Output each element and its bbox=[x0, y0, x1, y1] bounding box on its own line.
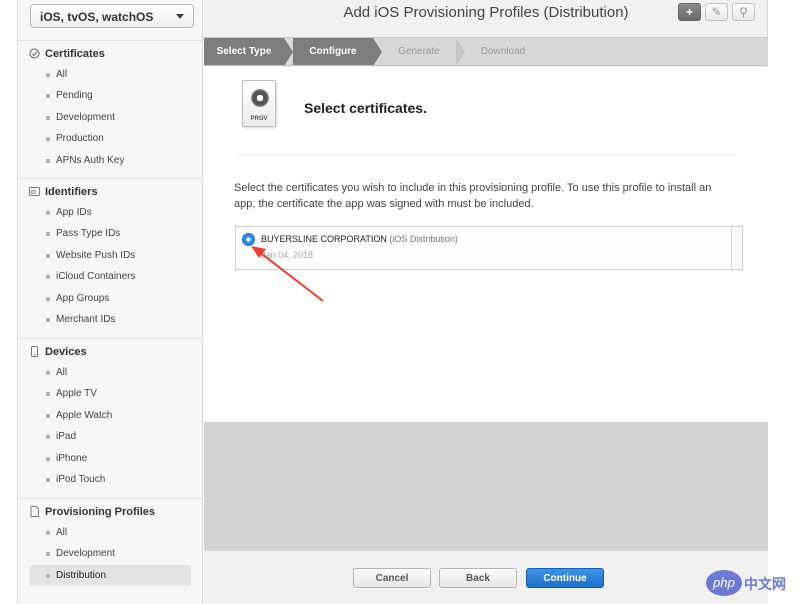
sidebar-item-app-groups[interactable]: App Groups bbox=[18, 288, 203, 309]
provisioning-profile-icon: PROV bbox=[242, 80, 276, 127]
edit-button[interactable]: ✎ bbox=[705, 3, 728, 21]
certificate-radio[interactable] bbox=[242, 233, 255, 246]
section-provisioning-profiles: Provisioning Profiles All Development Di… bbox=[18, 498, 203, 587]
step-separator bbox=[373, 38, 382, 66]
add-button[interactable]: + bbox=[678, 3, 701, 21]
content-area: PROV Select certificates. Select the cer… bbox=[204, 67, 768, 422]
chevron-down-icon bbox=[176, 14, 184, 19]
certificate-name: BUYERSLINE CORPORATION bbox=[261, 234, 387, 244]
sidebar-item-certificates-all[interactable]: All bbox=[18, 64, 203, 85]
svg-text:ID: ID bbox=[31, 190, 36, 196]
section-identifiers: ID Identifiers App IDs Pass Type IDs Web… bbox=[18, 178, 203, 330]
sidebar-item-distribution[interactable]: Distribution bbox=[30, 564, 191, 587]
certificate-list: BUYERSLINE CORPORATION (iOS Distribution… bbox=[235, 226, 743, 270]
sidebar: iOS, tvOS, watchOS Certificates All Pend… bbox=[17, 0, 203, 604]
edit-icon: ✎ bbox=[711, 5, 722, 19]
document-icon bbox=[30, 506, 39, 517]
section-certificates: Certificates All Pending Development Pro… bbox=[18, 40, 203, 171]
device-icon bbox=[31, 346, 38, 357]
section-header-identifiers[interactable]: ID Identifiers bbox=[18, 178, 203, 202]
cancel-button[interactable]: Cancel bbox=[353, 568, 431, 588]
search-button[interactable]: ⚲ bbox=[732, 3, 755, 21]
sidebar-item-apple-tv[interactable]: Apple TV bbox=[18, 383, 203, 404]
sidebar-item-iphone[interactable]: iPhone bbox=[18, 448, 203, 469]
watermark: php 中文网 bbox=[706, 570, 796, 596]
continue-button[interactable]: Continue bbox=[526, 568, 604, 588]
toolbar: + ✎ ⚲ bbox=[678, 3, 755, 21]
sidebar-item-website-push-ids[interactable]: Website Push IDs bbox=[18, 245, 203, 266]
divider bbox=[237, 155, 737, 156]
certificate-date: Jan 04, 2018 bbox=[261, 250, 314, 260]
scrollbar[interactable] bbox=[731, 227, 742, 269]
sidebar-item-apns-auth-key[interactable]: APNs Auth Key bbox=[18, 150, 203, 171]
footer: Cancel Back Continue bbox=[204, 550, 768, 604]
certificate-item[interactable]: BUYERSLINE CORPORATION (iOS Distribution… bbox=[261, 234, 458, 244]
step-separator bbox=[284, 38, 293, 66]
section-title: Provisioning Profiles bbox=[45, 506, 156, 518]
php-logo: php bbox=[706, 570, 742, 596]
platform-select-value: iOS, tvOS, watchOS bbox=[40, 10, 154, 24]
sidebar-item-production[interactable]: Production bbox=[18, 128, 203, 149]
id-icon: ID bbox=[29, 187, 40, 196]
section-title: Identifiers bbox=[45, 186, 98, 198]
sidebar-item-devices-all[interactable]: All bbox=[18, 362, 203, 383]
sidebar-item-apple-watch[interactable]: Apple Watch bbox=[18, 405, 203, 426]
empty-region bbox=[204, 422, 768, 550]
section-header-certificates[interactable]: Certificates bbox=[18, 40, 203, 64]
instructions-text: Select the certificates you wish to incl… bbox=[234, 182, 712, 210]
sidebar-item-ipod-touch[interactable]: iPod Touch bbox=[18, 469, 203, 490]
sidebar-item-pass-type-ids[interactable]: Pass Type IDs bbox=[18, 223, 203, 244]
wizard-steps: Select Type Configure Generate Download bbox=[204, 37, 768, 66]
sidebar-item-profiles-development[interactable]: Development bbox=[18, 543, 203, 564]
watermark-text: 中文网 bbox=[744, 577, 786, 593]
gear-icon bbox=[251, 89, 269, 107]
section-title: Certificates bbox=[45, 48, 105, 60]
step-separator bbox=[456, 38, 465, 66]
plus-icon: + bbox=[685, 5, 693, 19]
prov-label: PROV bbox=[250, 116, 268, 122]
back-button[interactable]: Back bbox=[439, 568, 517, 588]
sidebar-item-pending[interactable]: Pending bbox=[18, 85, 203, 106]
section-devices: Devices All Apple TV Apple Watch iPad iP… bbox=[18, 338, 203, 490]
step-download: Download bbox=[480, 46, 526, 57]
sidebar-item-app-ids[interactable]: App IDs bbox=[18, 202, 203, 223]
sidebar-item-ipad[interactable]: iPad bbox=[18, 426, 203, 447]
section-heading: Select certificates. bbox=[304, 100, 427, 116]
sidebar-item-merchant-ids[interactable]: Merchant IDs bbox=[18, 309, 203, 330]
certificate-icon bbox=[29, 48, 40, 59]
section-header-provisioning-profiles[interactable]: Provisioning Profiles bbox=[18, 498, 203, 522]
platform-select[interactable]: iOS, tvOS, watchOS bbox=[30, 4, 194, 28]
main-panel: Add iOS Provisioning Profiles (Distribut… bbox=[204, 0, 768, 604]
step-select-type: Select Type bbox=[204, 38, 284, 65]
sidebar-item-profiles-all[interactable]: All bbox=[18, 522, 203, 543]
step-configure: Configure bbox=[293, 38, 373, 65]
step-generate: Generate bbox=[398, 46, 440, 57]
section-title: Devices bbox=[45, 346, 87, 358]
sidebar-item-icloud-containers[interactable]: iCloud Containers bbox=[18, 266, 203, 287]
section-header-devices[interactable]: Devices bbox=[18, 338, 203, 362]
sidebar-item-certificates-development[interactable]: Development bbox=[18, 107, 203, 128]
certificate-type: (iOS Distribution) bbox=[389, 234, 458, 244]
search-icon: ⚲ bbox=[739, 5, 748, 19]
